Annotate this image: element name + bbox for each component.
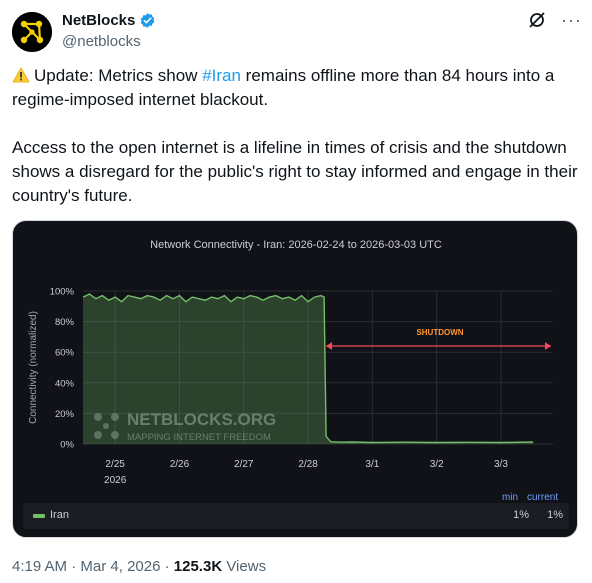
legend-min-value: 1% [513,509,529,521]
y-tick-label: 80% [55,317,75,328]
x-tick-label: 3/2 [430,459,444,470]
netblocks-logo [12,12,52,52]
x-tick-label: 3/3 [494,459,508,470]
shutdown-arrowhead-left [326,342,333,350]
top-actions: ··· [527,10,582,30]
avatar[interactable] [12,12,52,52]
series-area-iran [83,294,534,444]
y-tick-label: 60% [55,348,75,359]
x-year-label: 2026 [104,475,127,486]
tweet-text: Update: Metrics show #Iran remains offli… [12,64,578,232]
y-tick-label: 20% [55,409,75,420]
display-name[interactable]: NetBlocks [62,12,135,29]
shutdown-arrowhead-right [545,342,551,350]
tweet-date[interactable]: Mar 4, 2026 [80,558,160,575]
meta-separator: · [160,558,174,575]
views-label: Views [222,558,267,575]
tweet-header: NetBlocks @netblocks ··· [12,10,582,54]
y-tick-label: 100% [50,287,75,298]
warning-icon [12,67,30,83]
chart-annotation: SHUTDOWN [326,328,551,350]
y-tick-label: 0% [60,440,74,451]
tweet-meta: 4:19 AM · Mar 4, 2026 · 125.3K Views [12,558,266,575]
legend-swatch [33,514,45,518]
legend-current-value: 1% [547,509,563,521]
y-axis-label: Connectivity (normalized) [28,311,39,424]
hashtag-link[interactable]: #Iran [202,66,241,85]
tweet-paragraph-2: Access to the open internet is a lifelin… [12,138,578,205]
x-tick-label: 2/28 [298,459,318,470]
y-tick-label: 40% [55,378,75,389]
legend-series-name[interactable]: Iran [50,509,69,521]
x-tick-label: 2/26 [170,459,190,470]
y-tick-labels: 100% 80% 60% 40% 20% 0% [50,287,75,451]
legend-header-min[interactable]: min [502,492,518,503]
x-tick-label: 3/1 [365,459,379,470]
x-tick-labels: 2/25 2/26 2/27 2/28 3/1 3/2 3/3 2026 [104,459,508,486]
verified-badge-icon [141,13,155,28]
tweet-time[interactable]: 4:19 AM [12,558,67,575]
tweet-paragraph-1: Update: Metrics show #Iran remains offli… [12,64,578,112]
shutdown-label: SHUTDOWN [416,328,463,337]
grok-icon[interactable] [527,10,547,30]
chart-image[interactable]: Network Connectivity - Iran: 2026-02-24 … [12,220,578,538]
chart-area-layer [82,293,534,444]
meta-separator: · [67,558,81,575]
x-tick-label: 2/27 [234,459,254,470]
legend-header-current[interactable]: current [527,492,558,503]
tweet-text-pre: Update: Metrics show [34,66,203,85]
more-icon[interactable]: ··· [561,11,582,29]
x-tick-label: 2/25 [105,459,125,470]
chart-title: Network Connectivity - Iran: 2026-02-24 … [150,239,442,251]
chart-legend: Iran 1% 1% [23,503,569,529]
connectivity-chart: Network Connectivity - Iran: 2026-02-24 … [28,239,553,486]
views-count: 125.3K [173,558,223,575]
name-row: NetBlocks [62,12,156,29]
handle[interactable]: @netblocks [62,33,141,50]
